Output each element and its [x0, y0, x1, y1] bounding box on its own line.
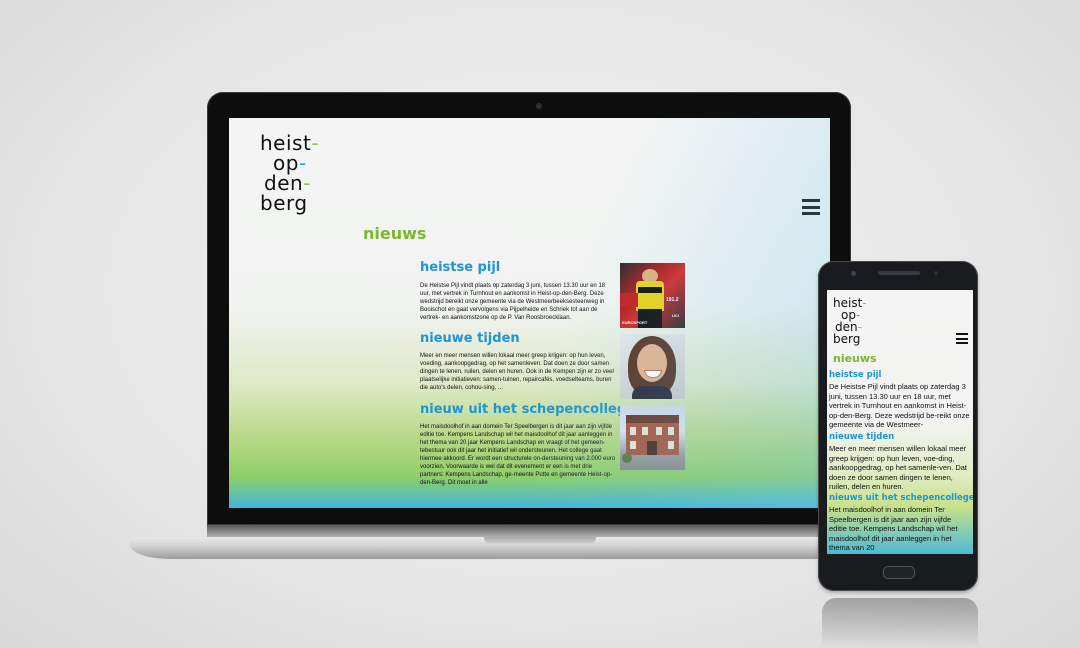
- webcam-icon: [536, 103, 542, 109]
- mobile-article-title-nieuwe-tijden[interactable]: nieuwe tijden: [829, 432, 894, 442]
- mobile-section-title: nieuws: [833, 352, 877, 365]
- mobile-article-body-schepencollege: Het maisdoolhof in aan domein Ter Speelb…: [829, 505, 958, 552]
- image-caption-uci: UCI: [672, 313, 679, 318]
- phone-reflection: [822, 598, 978, 648]
- phone-sensor: [934, 271, 938, 275]
- article-title-nieuwe-tijden[interactable]: nieuwe tijden: [420, 331, 520, 346]
- mobile-article-body-heistse-pijl: De Heistse Pijl vindt plaats op zaterdag…: [829, 382, 970, 429]
- portrait-image[interactable]: [620, 334, 685, 399]
- mobile-site-logo[interactable]: heist- op- den- berg: [833, 297, 867, 345]
- town-hall-image[interactable]: [620, 405, 685, 470]
- mobile-webpage: heist- op- den- berg nieuws heistse pijl…: [827, 290, 973, 554]
- front-camera-icon: [851, 271, 856, 276]
- hamburger-menu-icon[interactable]: [802, 199, 820, 215]
- cyclist-image[interactable]: 191.2 EUROSPORT UCI: [620, 263, 685, 328]
- desktop-webpage: heist- op- den- berg nieuws heistse pijl…: [229, 118, 830, 508]
- mobile-article-title-schepencollege[interactable]: nieuws uit het schepencollege: [829, 493, 973, 503]
- laptop-trackpad-notch: [484, 537, 596, 545]
- section-title: nieuws: [363, 224, 427, 243]
- article-body-heistse-pijl: De Heistse Pijl vindt plaats op zaterdag…: [420, 283, 606, 321]
- mobile-article-title-heistse-pijl[interactable]: heistse pijl: [829, 370, 881, 380]
- phone-speaker: [878, 271, 920, 275]
- home-button[interactable]: [883, 566, 915, 579]
- mobile-article-body-nieuwe-tijden: Meer en meer mensen willen lokaal meer g…: [829, 444, 968, 491]
- image-caption-eurosport: EUROSPORT: [622, 320, 648, 325]
- article-body-schepencollege: Het maisdoolhof in aan domein Ter Speelb…: [420, 424, 616, 486]
- site-logo[interactable]: heist- op- den- berg: [260, 133, 319, 213]
- mobile-hamburger-menu-icon[interactable]: [956, 333, 968, 344]
- article-title-heistse-pijl[interactable]: heistse pijl: [420, 260, 500, 275]
- article-body-nieuwe-tijden: Meer en meer mensen willen lokaal meer g…: [420, 353, 614, 391]
- article-title-schepencollege[interactable]: nieuw uit het schepencollege: [420, 402, 635, 417]
- image-caption-number: 191.2: [666, 297, 679, 303]
